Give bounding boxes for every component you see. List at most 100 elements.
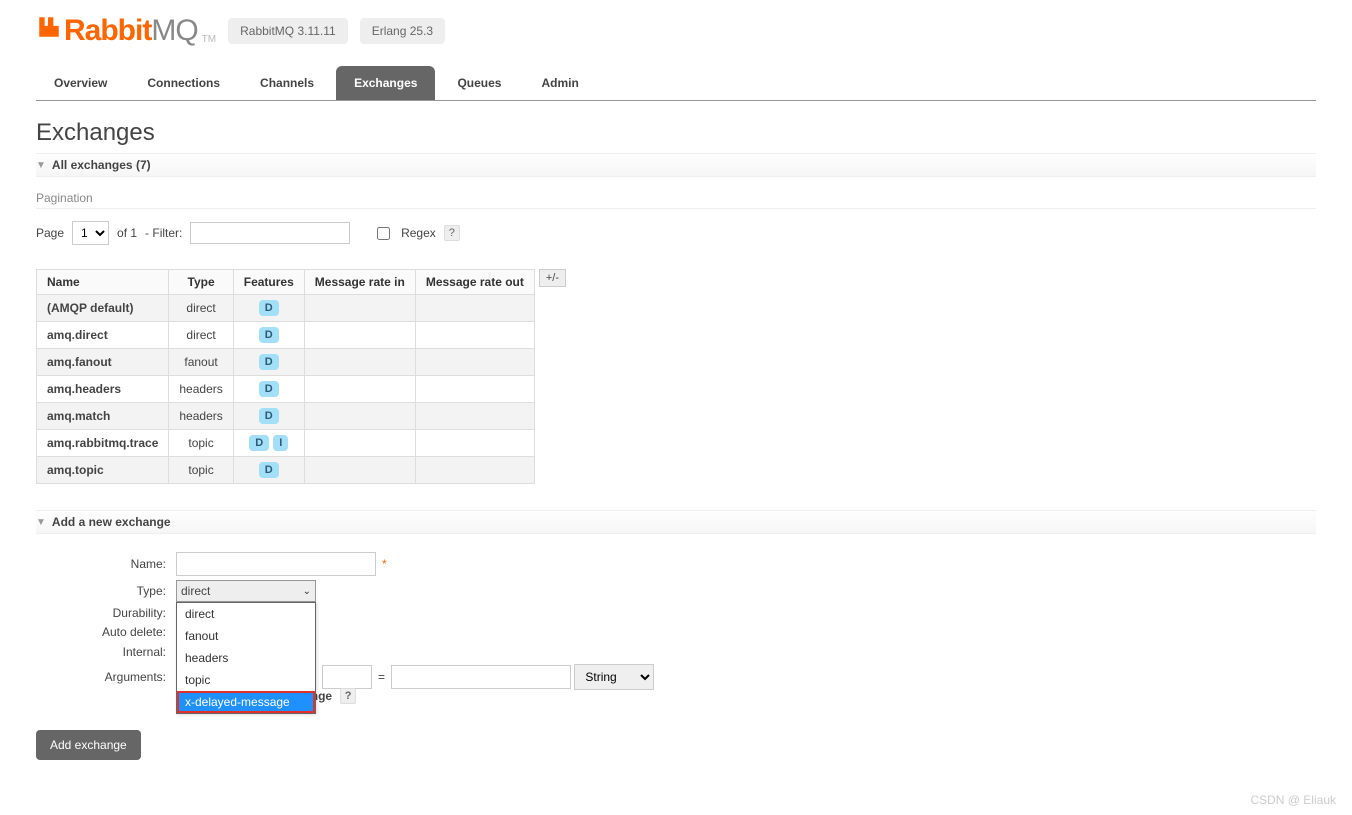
rate-in-cell	[304, 322, 415, 349]
exchange-type-cell: topic	[169, 430, 233, 457]
watermark: CSDN @ Eliauk	[1250, 793, 1336, 807]
exchange-name-cell[interactable]: amq.rabbitmq.trace	[37, 430, 169, 457]
exchange-type-cell: direct	[169, 295, 233, 322]
add-exchange-label: Add a new exchange	[52, 515, 171, 529]
column-header: Message rate in	[304, 270, 415, 295]
exchange-type-cell: fanout	[169, 349, 233, 376]
feature-badge: D	[249, 435, 269, 451]
table-row: amq.topictopic D	[37, 457, 535, 484]
feature-badge: I	[273, 435, 288, 451]
exchange-name-cell[interactable]: amq.headers	[37, 376, 169, 403]
exchange-features-cell: D	[233, 403, 304, 430]
rate-out-cell	[415, 349, 534, 376]
type-select-value: direct	[181, 584, 210, 598]
rate-out-cell	[415, 430, 534, 457]
required-marker: *	[382, 557, 387, 571]
page-select[interactable]: 1	[72, 221, 109, 245]
type-option-topic[interactable]: topic	[177, 669, 315, 691]
argument-value-input[interactable]	[391, 665, 571, 689]
header: Rabbit MQ TM RabbitMQ 3.11.11 Erlang 25.…	[36, 0, 1316, 48]
regex-help-icon[interactable]: ?	[444, 225, 460, 241]
internal-field-label: Internal:	[36, 645, 176, 659]
exchange-features-cell: D	[233, 322, 304, 349]
rate-out-cell	[415, 376, 534, 403]
table-row: amq.fanoutfanout D	[37, 349, 535, 376]
page-of-label: of 1	[117, 226, 137, 240]
tab-overview[interactable]: Overview	[36, 66, 125, 100]
pager: Page 1 of 1 - Filter: Regex ?	[36, 221, 1316, 245]
feature-badge: D	[259, 327, 279, 343]
exchange-type-cell: headers	[169, 376, 233, 403]
main-tabs: OverviewConnectionsChannelsExchangesQueu…	[36, 66, 1316, 101]
logo[interactable]: Rabbit MQ TM	[36, 14, 216, 48]
rate-in-cell	[304, 430, 415, 457]
column-header: Message rate out	[415, 270, 534, 295]
type-field-label: Type:	[36, 584, 176, 598]
type-option-headers[interactable]: headers	[177, 647, 315, 669]
type-select[interactable]: direct ⌄	[176, 580, 316, 602]
rabbitmq-version-badge: RabbitMQ 3.11.11	[228, 18, 348, 44]
table-row: amq.directdirect D	[37, 322, 535, 349]
type-option-fanout[interactable]: fanout	[177, 625, 315, 647]
exchanges-table: NameTypeFeaturesMessage rate inMessage r…	[36, 269, 535, 484]
feature-badge: D	[259, 462, 279, 478]
auto-delete-field-label: Auto delete:	[36, 625, 176, 639]
argument-key-input[interactable]	[322, 665, 372, 689]
exchange-type-cell: topic	[169, 457, 233, 484]
tab-exchanges[interactable]: Exchanges	[336, 66, 435, 100]
tab-connections[interactable]: Connections	[129, 66, 238, 100]
exchange-features-cell: D	[233, 457, 304, 484]
rate-out-cell	[415, 457, 534, 484]
column-header: Name	[37, 270, 169, 295]
rate-out-cell	[415, 403, 534, 430]
tab-channels[interactable]: Channels	[242, 66, 332, 100]
rate-in-cell	[304, 295, 415, 322]
name-input[interactable]	[176, 552, 376, 576]
exchange-features-cell: D	[233, 349, 304, 376]
filter-input[interactable]	[190, 222, 350, 244]
add-exchange-section-header[interactable]: ▼ Add a new exchange	[36, 510, 1316, 534]
durability-field-label: Durability:	[36, 606, 176, 620]
collapse-arrow-icon: ▼	[36, 517, 46, 528]
table-row: amq.matchheadersD	[37, 403, 535, 430]
rate-in-cell	[304, 376, 415, 403]
rate-in-cell	[304, 403, 415, 430]
exchange-features-cell: D	[233, 295, 304, 322]
exchange-features-cell: D	[233, 376, 304, 403]
add-exchange-button[interactable]: Add exchange	[36, 730, 141, 760]
name-field-label: Name:	[36, 557, 176, 571]
equals-label: =	[378, 670, 385, 684]
exchange-type-cell: direct	[169, 322, 233, 349]
feature-badge: D	[259, 354, 279, 370]
rate-out-cell	[415, 295, 534, 322]
regex-checkbox[interactable]	[377, 227, 390, 240]
page-label: Page	[36, 226, 64, 240]
erlang-version-badge: Erlang 25.3	[360, 18, 445, 44]
chevron-down-icon: ⌄	[303, 586, 311, 597]
columns-toggle-button[interactable]: +/-	[539, 269, 566, 287]
exchange-name-cell[interactable]: (AMQP default)	[37, 295, 169, 322]
tab-admin[interactable]: Admin	[523, 66, 596, 100]
type-option-direct[interactable]: direct	[177, 603, 315, 625]
feature-badge: D	[259, 300, 279, 316]
logo-text-rabbit: Rabbit	[64, 14, 151, 48]
exchange-type-cell: headers	[169, 403, 233, 430]
arguments-field-label: Arguments:	[36, 670, 176, 684]
column-header: Features	[233, 270, 304, 295]
column-header: Type	[169, 270, 233, 295]
tab-queues[interactable]: Queues	[439, 66, 519, 100]
rabbitmq-icon	[36, 14, 62, 47]
exchange-name-cell[interactable]: amq.topic	[37, 457, 169, 484]
type-dropdown: directfanoutheaderstopicx-delayed-messag…	[176, 602, 316, 714]
exchange-name-cell[interactable]: amq.direct	[37, 322, 169, 349]
rate-in-cell	[304, 349, 415, 376]
rate-in-cell	[304, 457, 415, 484]
alternate-exchange-help-icon[interactable]: ?	[340, 688, 356, 704]
exchange-name-cell[interactable]: amq.match	[37, 403, 169, 430]
regex-label: Regex	[401, 226, 436, 240]
all-exchanges-section-header[interactable]: ▼ All exchanges (7)	[36, 153, 1316, 177]
table-row: amq.rabbitmq.tracetopic DI	[37, 430, 535, 457]
argument-type-select[interactable]: String	[574, 664, 654, 690]
exchange-name-cell[interactable]: amq.fanout	[37, 349, 169, 376]
type-option-x-delayed-message[interactable]: x-delayed-message	[177, 691, 315, 713]
